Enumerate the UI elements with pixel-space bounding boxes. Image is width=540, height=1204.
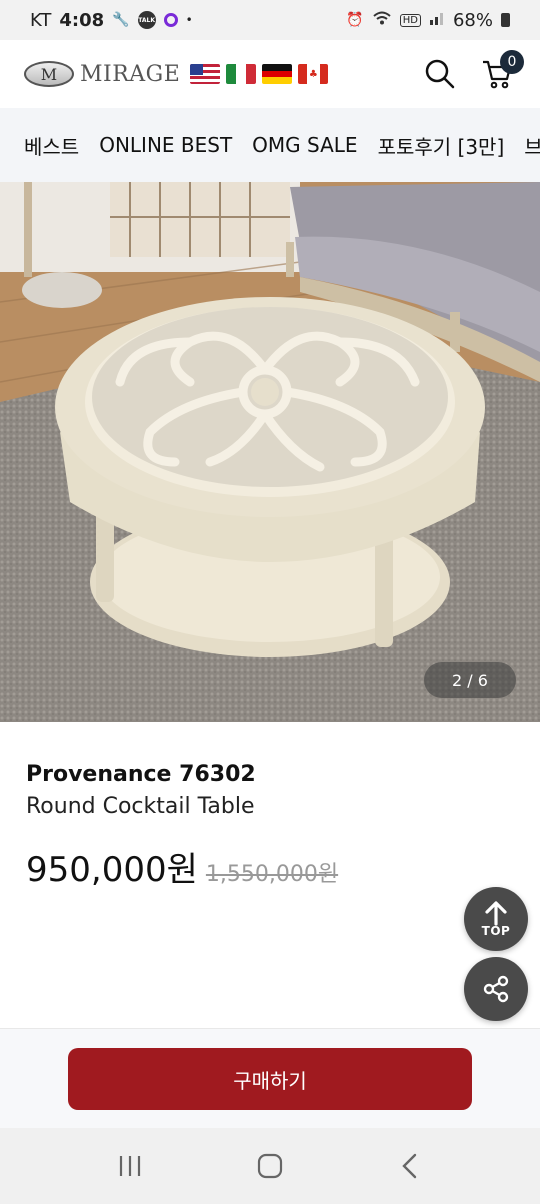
- wrench-icon: 🔧: [112, 12, 130, 28]
- logo-text: MIRAGE: [80, 61, 181, 87]
- clock: 4:08: [59, 9, 105, 31]
- us-flag-icon[interactable]: [190, 64, 221, 84]
- site-header: M MIRAGE ♣ 0: [0, 40, 540, 108]
- signal-icon: [429, 11, 445, 29]
- hd-voice-icon: HD: [399, 13, 421, 27]
- nav-item-best[interactable]: 베스트: [24, 131, 79, 160]
- notification-circle-icon: [163, 13, 178, 27]
- mirage-logo[interactable]: M MIRAGE: [24, 61, 180, 87]
- status-bar: KT 4:08 🔧 TALK • ⏰ HD 68%: [0, 0, 540, 40]
- logo-mark-icon: M: [24, 61, 74, 87]
- search-button[interactable]: [422, 56, 458, 92]
- original-price: 1,550,000원: [205, 862, 339, 887]
- recent-apps-button[interactable]: [110, 1146, 150, 1186]
- category-nav: 베스트 ONLINE BEST OMG SALE 포토후기 [3만] 브: [0, 108, 540, 182]
- scroll-top-button[interactable]: TOP: [464, 887, 528, 951]
- home-button[interactable]: [250, 1146, 290, 1186]
- back-chevron-icon: [402, 1153, 417, 1179]
- battery-icon: [501, 13, 510, 27]
- status-left: KT 4:08 🔧 TALK •: [30, 10, 193, 31]
- recent-apps-icon: [119, 1156, 141, 1176]
- product-title: Provenance 76302: [26, 762, 256, 787]
- italy-flag-icon[interactable]: [226, 64, 257, 84]
- canada-flag-icon[interactable]: ♣: [298, 64, 329, 84]
- product-info: Provenance 76302 Round Cocktail Table 95…: [26, 760, 516, 891]
- share-button[interactable]: [464, 957, 528, 1021]
- share-icon: [483, 975, 509, 1003]
- cart-count-badge: 0: [500, 50, 524, 74]
- product-image-gallery[interactable]: 2 / 6: [0, 182, 540, 722]
- sale-price: 950,000원: [26, 850, 198, 890]
- wifi-icon: [372, 10, 392, 30]
- header-actions: 0: [422, 50, 524, 92]
- nav-item-omg-sale[interactable]: OMG SALE: [252, 133, 357, 157]
- system-navigation-bar: [0, 1128, 540, 1204]
- battery-percent: 68%: [452, 9, 493, 31]
- more-notifications-dot-icon: •: [185, 13, 193, 27]
- alarm-icon: ⏰: [346, 12, 364, 28]
- home-icon: [257, 1153, 283, 1179]
- language-flags: ♣: [190, 64, 329, 84]
- nav-item-photo-reviews[interactable]: 포토후기 [3만]: [378, 131, 505, 160]
- germany-flag-icon[interactable]: [262, 64, 293, 84]
- arrow-up-icon: [485, 901, 507, 926]
- purchase-bar: 구매하기: [0, 1028, 540, 1129]
- carrier-label: KT: [30, 9, 52, 31]
- scroll-top-label: TOP: [481, 924, 511, 938]
- image-counter: 2 / 6: [424, 662, 516, 698]
- cart-button[interactable]: 0: [480, 50, 524, 92]
- search-icon: [425, 59, 455, 89]
- kakaotalk-icon: TALK: [137, 11, 156, 29]
- price-row: 950,000원 1,550,000원: [26, 842, 516, 891]
- status-right: ⏰ HD 68%: [346, 10, 510, 31]
- buy-button[interactable]: 구매하기: [68, 1048, 472, 1110]
- product-photo: [0, 182, 540, 722]
- back-button[interactable]: [390, 1146, 430, 1186]
- nav-item-more[interactable]: 브: [524, 131, 540, 160]
- product-subtitle: Round Cocktail Table: [26, 794, 255, 819]
- nav-item-online-best[interactable]: ONLINE BEST: [99, 133, 232, 157]
